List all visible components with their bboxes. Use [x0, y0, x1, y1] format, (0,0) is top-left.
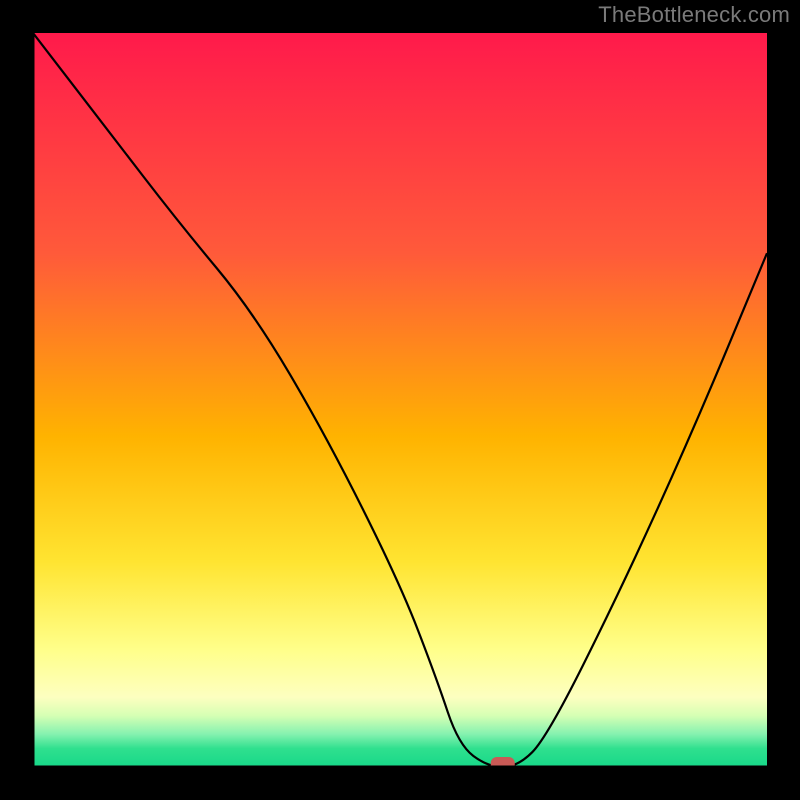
plot-area — [33, 33, 767, 767]
chart-frame: TheBottleneck.com — [0, 0, 800, 800]
gradient-background — [33, 33, 767, 767]
bottleneck-chart — [33, 33, 767, 767]
watermark-label: TheBottleneck.com — [598, 2, 790, 28]
